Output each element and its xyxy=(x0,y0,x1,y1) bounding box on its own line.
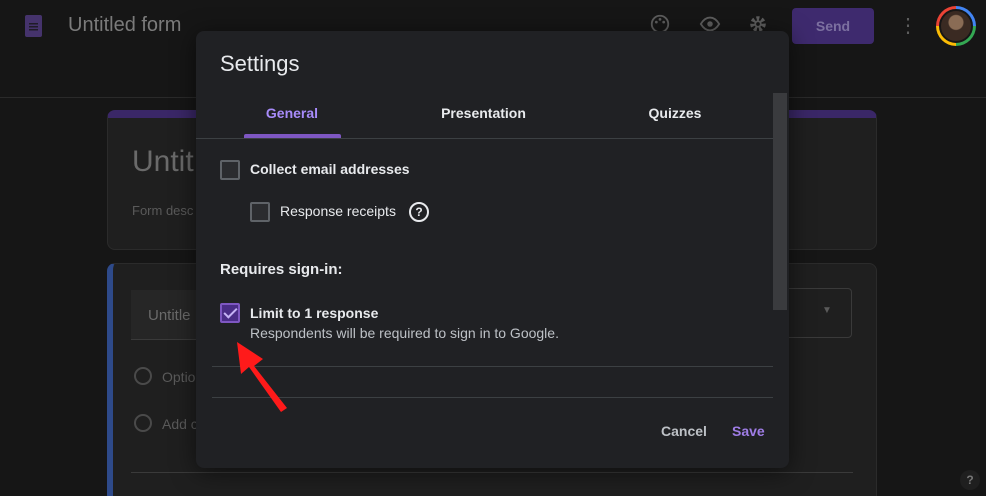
add-option-text: Add c xyxy=(162,416,198,432)
scrollbar-thumb[interactable] xyxy=(773,93,787,310)
collect-email-label: Collect email addresses xyxy=(250,161,410,177)
send-button[interactable]: Send xyxy=(792,8,874,44)
form-title-field: Untit xyxy=(132,145,194,178)
limit-response-label: Limit to 1 response xyxy=(250,305,379,321)
divider xyxy=(196,138,773,139)
form-title[interactable]: Untitled form xyxy=(68,14,181,37)
annotation-arrow-icon xyxy=(237,342,287,412)
response-receipts-checkbox[interactable] xyxy=(250,202,270,222)
limit-response-checkbox[interactable] xyxy=(220,303,240,323)
more-vert-icon[interactable]: ⋮ xyxy=(898,13,918,39)
collect-email-checkbox[interactable] xyxy=(220,160,240,180)
tab-quizzes[interactable]: Quizzes xyxy=(636,105,714,139)
divider xyxy=(131,472,853,473)
save-button[interactable]: Save xyxy=(732,423,765,439)
requires-signin-heading: Requires sign-in: xyxy=(220,261,343,278)
tab-presentation[interactable]: Presentation xyxy=(436,105,531,139)
radio-icon xyxy=(134,367,152,385)
help-icon[interactable]: ? xyxy=(960,470,980,490)
option-text: Optio xyxy=(162,369,196,385)
radio-icon xyxy=(134,414,152,432)
avatar[interactable] xyxy=(936,6,976,46)
form-description-field: Form desc xyxy=(132,203,194,218)
question-title-text: Untitle xyxy=(148,307,191,324)
response-receipts-label: Response receipts xyxy=(280,203,396,219)
dropdown-arrow-icon: ▼ xyxy=(822,305,832,316)
cancel-button[interactable]: Cancel xyxy=(661,423,707,439)
help-circle-icon[interactable]: ? xyxy=(409,202,429,222)
dialog-title: Settings xyxy=(220,51,300,76)
form-icon xyxy=(25,15,42,37)
